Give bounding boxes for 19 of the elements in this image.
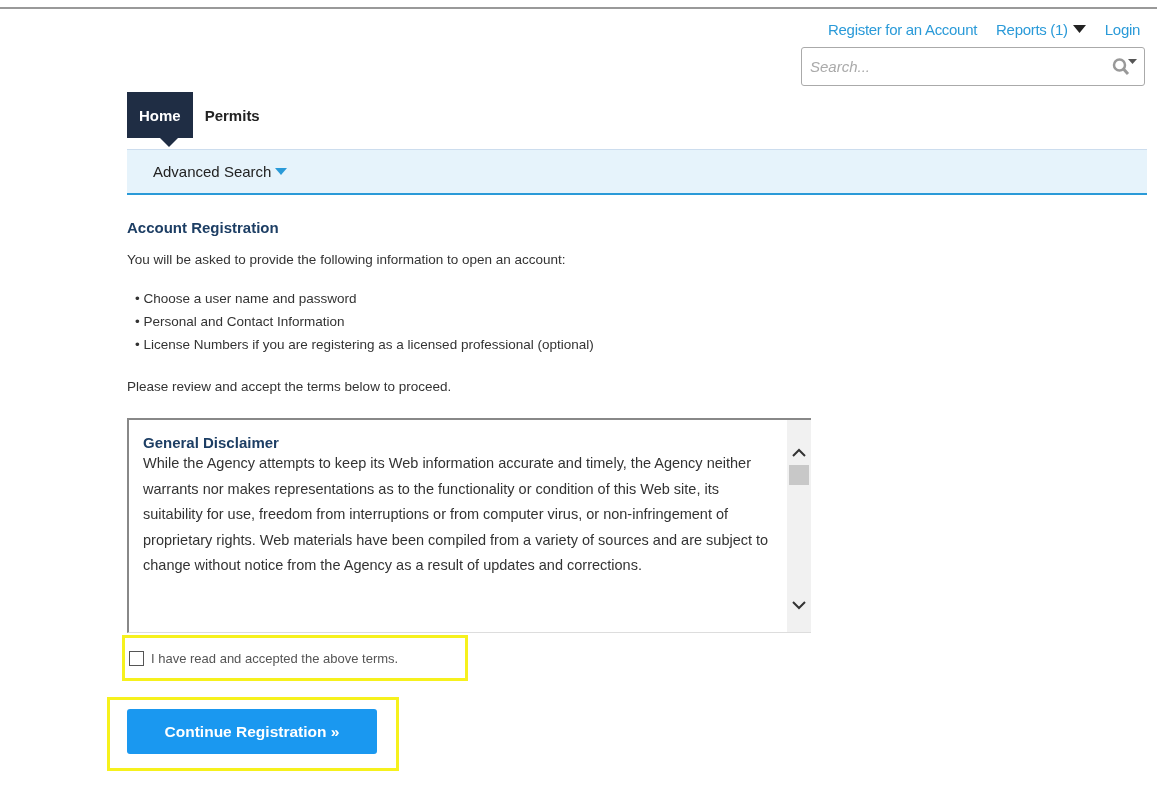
scrollbar-thumb[interactable] [789, 465, 809, 485]
search-field[interactable]: Search... [801, 47, 1145, 86]
disclaimer-title: General Disclaimer [143, 434, 280, 451]
requirement-item: • License Numbers if you are registering as a licensed professional (optional) [135, 336, 595, 354]
requirement-item: • Personal and Contact Information [135, 313, 346, 331]
caret-icon [275, 168, 288, 175]
requirement-item: • Choose a user name and password [135, 290, 358, 308]
advanced-search-link[interactable]: Advanced Search [153, 163, 288, 180]
instruction-text: Please review and accept the terms below to proceed. [127, 379, 453, 394]
caret-icon [1072, 25, 1086, 33]
nav-tab[interactable]: Permits [192, 92, 272, 138]
checkbox-square[interactable] [129, 650, 144, 666]
scrollbar[interactable] [787, 420, 811, 632]
chevron-down-icon[interactable] [792, 601, 806, 610]
chevron-up-icon[interactable] [792, 448, 806, 457]
page-heading: Account Registration [127, 219, 280, 236]
search-icon [1112, 56, 1138, 77]
disclaimer-text: While the Agency attempts to keep its Web information accurate and timely, the Agency neither warrants nor makes representations as to the functionality or condition of this Web site, its suitability for use, freedom from interruptions or from computer virus, or non-infringement of proprietary rights. Web materials have been compiled from a variety of sources and are subject to change without notice from the Agency as a result of updates and corrections. [143, 454, 770, 575]
intro-text: You will be asked to provide the following information to open an account: [127, 252, 567, 267]
